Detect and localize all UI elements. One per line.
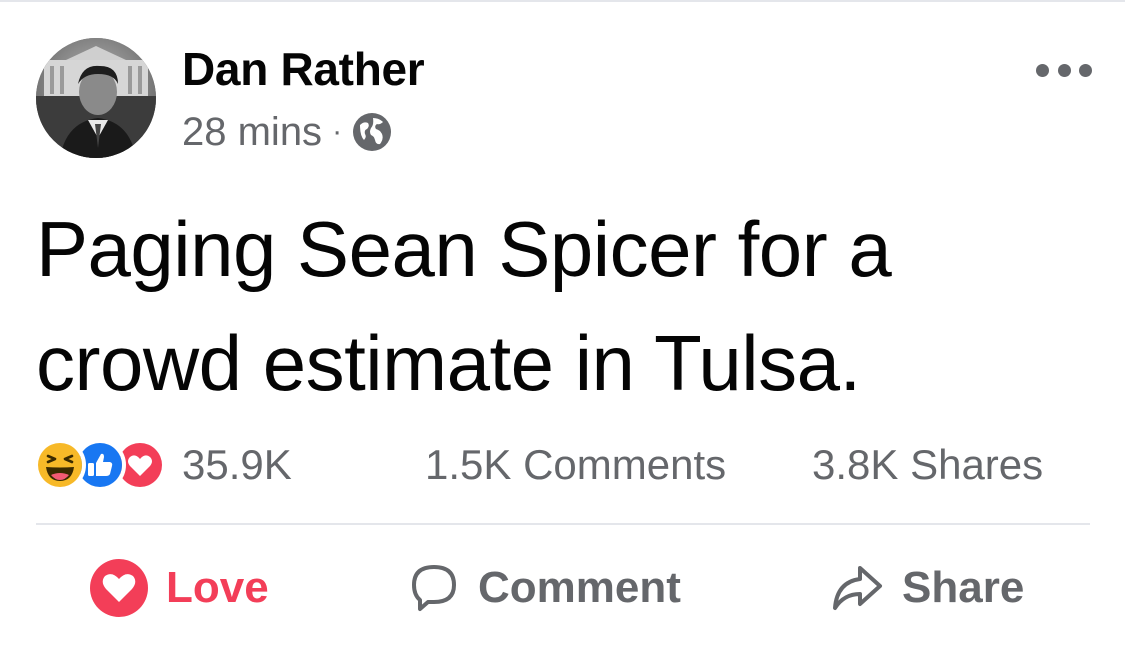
comment-button-label: Comment — [478, 563, 681, 612]
comments-count-link[interactable]: 1.5K Comments — [425, 437, 726, 493]
comment-bubble-icon — [412, 565, 456, 611]
author-name[interactable]: Dan Rather — [182, 42, 425, 96]
top-divider — [0, 0, 1125, 2]
love-button-label: Love — [166, 563, 269, 612]
stats-divider — [36, 523, 1090, 525]
avatar-photo — [36, 38, 156, 158]
share-arrow-icon — [833, 566, 882, 610]
love-button[interactable]: Love — [90, 556, 269, 620]
reaction-count: 35.9K — [182, 441, 292, 488]
avatar[interactable] — [36, 38, 156, 158]
globe-icon — [353, 113, 392, 151]
share-button-label: Share — [902, 563, 1025, 612]
share-button[interactable]: Share — [830, 556, 1024, 620]
post-text: Paging Sean Spicer for a crowd estimate … — [36, 205, 892, 407]
meta-separator: · — [332, 115, 343, 148]
comment-button[interactable]: Comment — [408, 556, 681, 620]
reactions-summary[interactable]: 35.9K — [34, 437, 292, 493]
more-dot-icon — [1036, 63, 1049, 77]
haha-icon — [34, 439, 86, 491]
more-dot-icon — [1057, 63, 1071, 77]
more-dot-icon — [1079, 63, 1092, 77]
timestamp[interactable]: 28 mins — [182, 110, 322, 155]
post-meta: 28 mins · — [182, 108, 392, 156]
more-options-button[interactable] — [1036, 58, 1092, 82]
love-reaction-icon — [90, 559, 148, 617]
shares-count-link[interactable]: 3.8K Shares — [812, 437, 1043, 493]
